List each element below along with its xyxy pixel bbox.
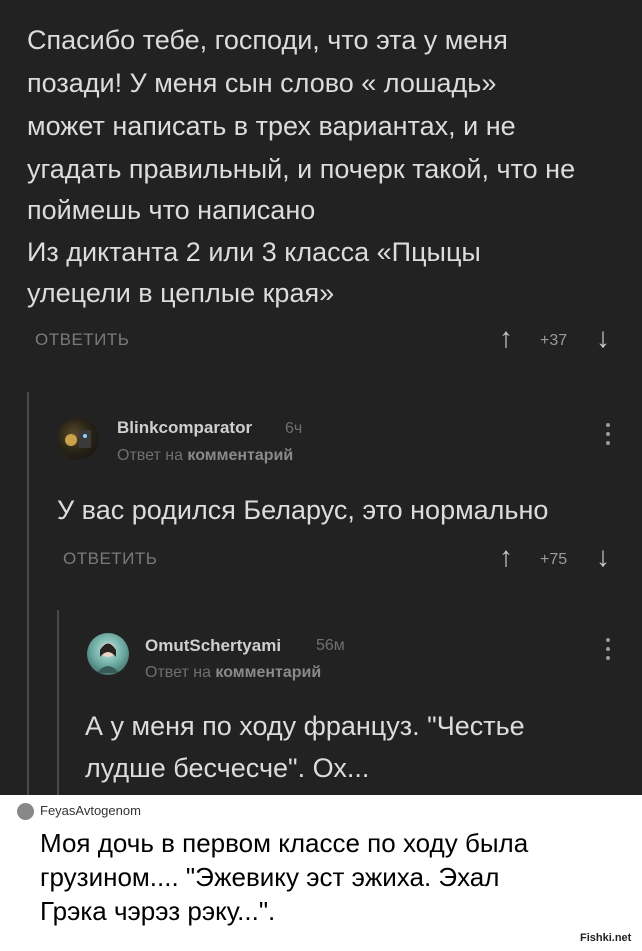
comment-line: Моя дочь в первом классе по ходу была xyxy=(40,828,529,858)
comment-line: Грэка чэрэз рэку...". xyxy=(40,896,276,926)
comment-line: угадать правильный, и почерк такой, что … xyxy=(27,154,576,184)
arrow-up-icon[interactable]: ↑ xyxy=(499,541,513,573)
reply-to-line: Ответ на комментарий xyxy=(145,664,321,682)
avatar[interactable] xyxy=(87,633,129,675)
kebab-menu-icon[interactable] xyxy=(605,423,611,449)
comment-line: А у меня по ходу француз. "Честье xyxy=(85,711,525,741)
comment-line: позади! У меня сын слово « лошадь» xyxy=(27,68,497,98)
comment-line: улецели в цеплые края» xyxy=(27,278,335,308)
arrow-down-icon[interactable]: ↓ xyxy=(596,322,610,354)
vote-count: +75 xyxy=(540,551,568,568)
arrow-down-icon[interactable]: ↓ xyxy=(596,541,610,573)
reply-to-link[interactable]: комментарий xyxy=(215,664,321,681)
comment-line: лудше бесчесче". Ох... xyxy=(85,753,370,783)
thread-line xyxy=(27,392,29,795)
username[interactable]: Blinkcomparator xyxy=(117,418,252,438)
comment-line: Спасибо тебе, господи, что эта у меня xyxy=(27,25,508,55)
comment-text: У вас родился Беларус, это нормально xyxy=(57,495,549,525)
kebab-menu-icon[interactable] xyxy=(605,638,611,664)
username[interactable]: OmutSchertyami xyxy=(145,636,281,656)
comment-line: поймешь что написано xyxy=(27,195,316,225)
comment-thread: Спасибо тебе, господи, что эта у меня по… xyxy=(0,0,642,795)
watermark: Fishki.net xyxy=(580,932,632,944)
timestamp: 56м xyxy=(316,637,345,654)
thread-line xyxy=(57,610,59,795)
username: FeyasAvtogenom xyxy=(40,803,141,818)
comment-text: Моя дочь в первом классе по ходу была гр… xyxy=(40,826,630,928)
reply-to-link[interactable]: комментарий xyxy=(187,447,293,464)
reply-to-line: Ответ на комментарий xyxy=(117,447,293,465)
avatar xyxy=(17,803,34,820)
reply-to-prefix: Ответ на xyxy=(145,664,211,681)
reply-button[interactable]: ОТВЕТИТЬ xyxy=(63,549,157,569)
avatar-image xyxy=(65,430,91,448)
avatar[interactable] xyxy=(57,418,99,460)
avatar-image xyxy=(97,643,119,673)
reply-button[interactable]: ОТВЕТИТЬ xyxy=(35,330,129,350)
timestamp: 6ч xyxy=(285,420,303,437)
arrow-up-icon[interactable]: ↑ xyxy=(499,322,513,354)
comment-line: грузином.... "Эжевику эст эжиха. Эхал xyxy=(40,862,500,892)
vote-count: +37 xyxy=(540,332,568,349)
comment-line: может написать в трех вариантах, и не xyxy=(27,111,516,141)
comment-line: Из диктанта 2 или 3 класса «Пцыцы xyxy=(27,237,481,267)
reply-to-prefix: Ответ на xyxy=(117,447,183,464)
